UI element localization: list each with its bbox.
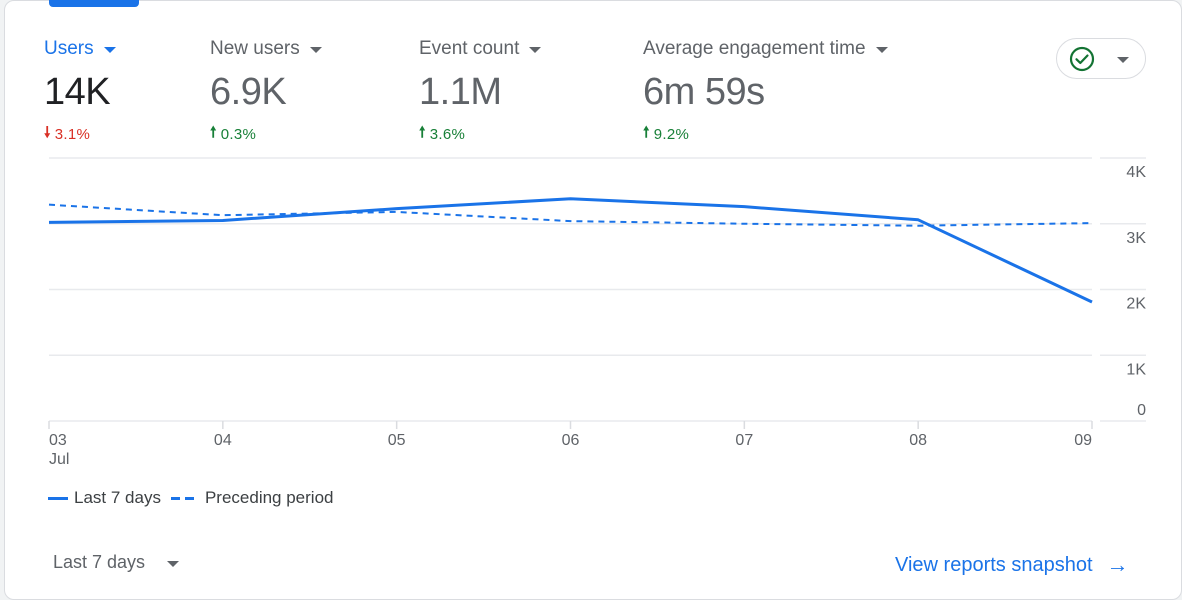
status-dropdown-button[interactable] [1056,38,1146,79]
y-tick-label: 3K [1126,230,1146,247]
legend-item-preceding-period: Preceding period [170,488,333,508]
metric-users[interactable]: Users 14K 🠗 3.1% [44,36,116,147]
x-tick-label: 09 [1074,432,1092,449]
metric-change: 🠕 3.6% [419,122,541,147]
metric-value: 6.9K [210,71,287,113]
x-tick-label: 03 [49,432,67,449]
x-tick-label: 05 [388,432,406,449]
arrow-up-icon: 🠕 [419,124,426,141]
arrow-down-icon: 🠗 [44,124,51,141]
y-tick-label: 0 [1137,402,1146,419]
x-tick-label: 08 [909,432,927,449]
metric-change: 🠕 9.2% [643,122,888,147]
metric-avg-engagement-time[interactable]: Average engagement time 6m 59s 🠕 9.2% [643,36,888,147]
metric-change: 🠗 3.1% [44,122,116,147]
active-tab-indicator [49,0,139,7]
y-tick-label: 2K [1126,296,1146,313]
legend-item-last-7-days: Last 7 days [48,488,161,508]
metric-new-users[interactable]: New users 6.9K 🠕 0.3% [210,36,322,147]
metric-label[interactable]: Average engagement time [643,36,888,62]
solid-line-swatch-icon [48,496,68,500]
view-reports-snapshot-link[interactable]: View reports snapshot → [895,552,1129,578]
metric-value: 6m 59s [643,71,765,113]
caret-down-icon [167,560,180,567]
dashed-line-swatch-icon [170,496,197,500]
metric-label[interactable]: Users [44,36,116,62]
caret-down-icon [1117,56,1129,63]
chart-svg: 0 1K 2K 3K 4K 03 Jul 04 05 06 07 08 09 [48,157,1146,468]
metric-value: 14K [44,71,111,113]
arrow-right-icon: → [1106,552,1129,577]
metric-change: 🠕 0.3% [210,122,322,147]
metric-label[interactable]: Event count [419,36,542,62]
caret-down-icon [875,47,888,53]
arrow-up-icon: 🠕 [210,124,217,141]
x-tick-label: 07 [735,432,753,449]
x-tick-label: 04 [214,432,232,449]
y-tick-label: 1K [1126,361,1146,378]
date-range-dropdown[interactable]: Last 7 days [53,552,180,573]
users-line-chart: 0 1K 2K 3K 4K 03 Jul 04 05 06 07 08 09 [0,150,1182,480]
x-tick-month-label: Jul [49,451,69,468]
metric-value: 1.1M [419,71,502,113]
caret-down-icon [309,47,322,53]
metric-label[interactable]: New users [210,36,322,62]
x-tick-label: 06 [562,432,580,449]
caret-down-icon [529,47,542,53]
series-line-preceding-period [48,203,1093,227]
arrow-up-icon: 🠕 [643,124,650,141]
check-circle-icon [1069,46,1095,71]
metric-event-count[interactable]: Event count 1.1M 🠕 3.6% [419,36,542,147]
caret-down-icon [103,47,116,53]
y-tick-label: 4K [1126,164,1146,181]
chart-legend: Last 7 days Preceding period [48,488,343,508]
